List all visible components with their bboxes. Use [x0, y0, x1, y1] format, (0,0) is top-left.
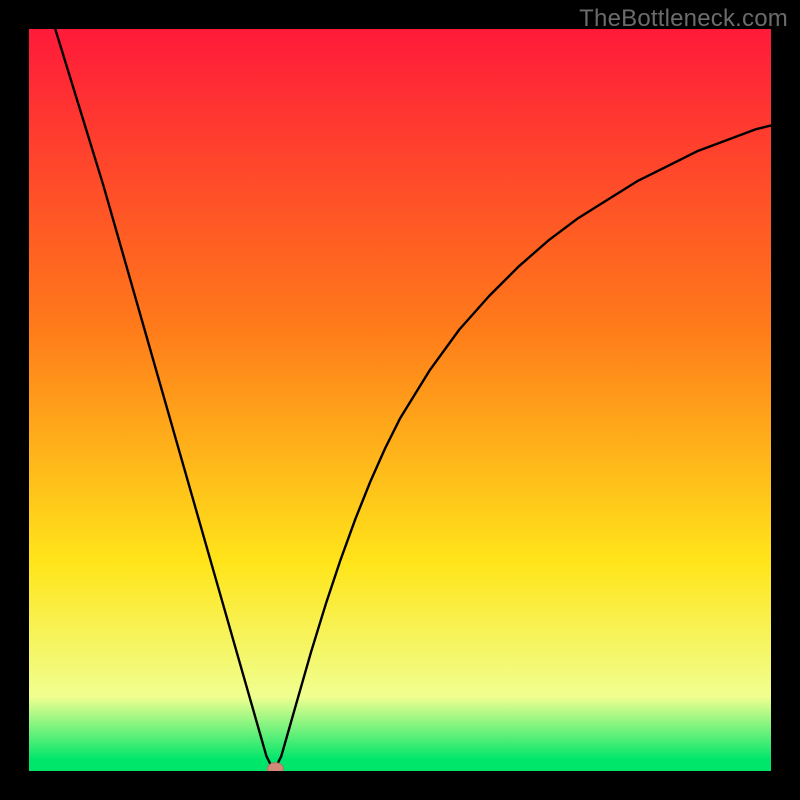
chart-frame [29, 29, 771, 771]
chart-canvas [29, 29, 771, 771]
gradient-background [29, 29, 771, 771]
optimal-point-marker [267, 763, 283, 771]
watermark-text: TheBottleneck.com [579, 5, 788, 33]
